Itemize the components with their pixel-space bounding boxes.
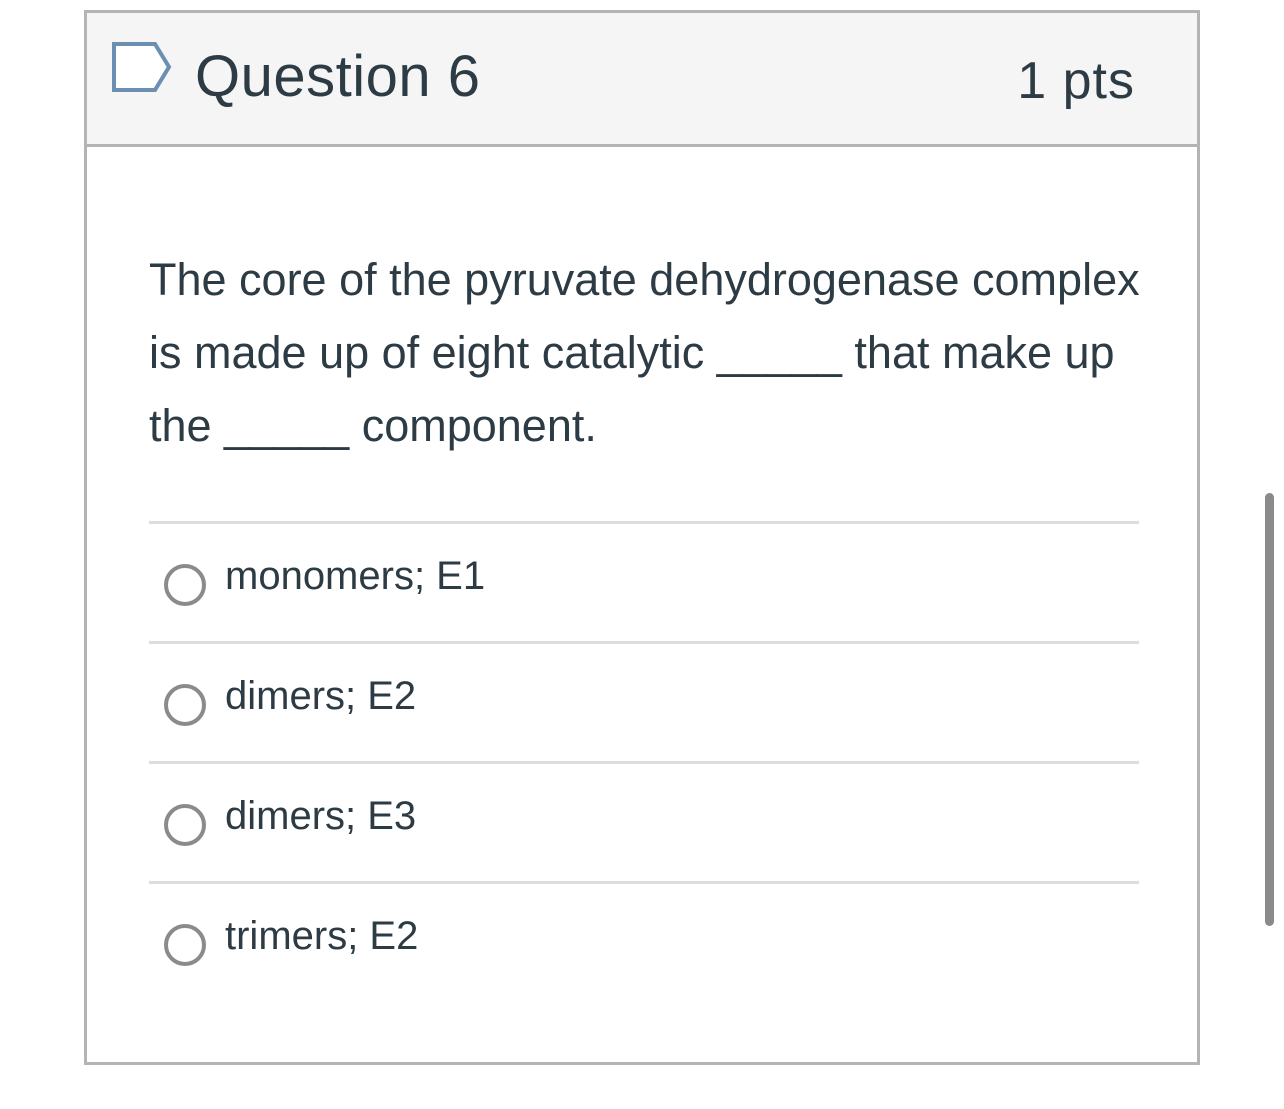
flag-question-icon[interactable] <box>111 41 173 93</box>
answer-label: monomers; E1 <box>225 554 486 598</box>
answer-label: dimers; E3 <box>225 794 417 838</box>
question-header: Question 6 1 pts <box>87 13 1197 147</box>
radio-button[interactable] <box>164 804 206 846</box>
radio-button[interactable] <box>164 564 206 606</box>
question-points: 1 pts <box>1017 52 1135 110</box>
answer-label: trimers; E2 <box>225 914 419 958</box>
answer-option[interactable]: trimers; E2 <box>149 881 1139 1001</box>
radio-button[interactable] <box>164 684 206 726</box>
question-card: Question 6 1 pts The core of the pyruvat… <box>84 10 1200 1065</box>
question-title: Question 6 <box>195 44 481 109</box>
answer-option[interactable]: dimers; E2 <box>149 641 1139 761</box>
answer-option[interactable]: dimers; E3 <box>149 761 1139 881</box>
answer-list: monomers; E1 dimers; E2 dimers; E3 trime… <box>149 521 1139 1001</box>
radio-button[interactable] <box>164 924 206 966</box>
page-scrollbar[interactable] <box>1265 493 1274 926</box>
question-text: The core of the pyruvate dehydrogenase c… <box>149 254 1140 451</box>
answer-label: dimers; E2 <box>225 674 417 718</box>
answer-option[interactable]: monomers; E1 <box>149 521 1139 641</box>
